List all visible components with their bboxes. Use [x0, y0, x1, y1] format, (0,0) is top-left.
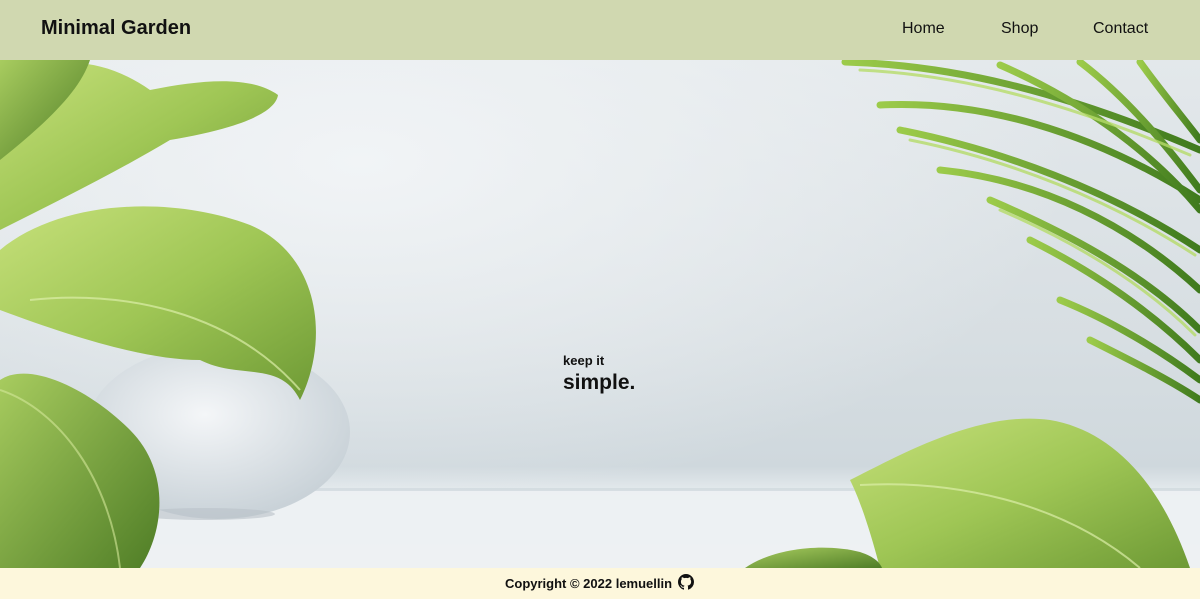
top-navigation-bar: Minimal Garden Home Shop Contact	[0, 0, 1200, 60]
nav-contact-link[interactable]: Contact	[1093, 20, 1148, 38]
site-brand[interactable]: Minimal Garden	[41, 17, 191, 40]
tagline-large: simple.	[563, 371, 636, 394]
hero-plant-illustration	[0, 60, 1200, 568]
hero-section: keep it simple.	[0, 60, 1200, 568]
copyright-text: Copyright © 2022 lemuellin	[505, 576, 673, 591]
site-footer: Copyright © 2022 lemuellin	[0, 568, 1200, 599]
nav-home-link[interactable]: Home	[902, 20, 945, 38]
tagline-small: keep it	[563, 353, 605, 368]
nav-shop-link[interactable]: Shop	[1001, 20, 1038, 38]
github-icon[interactable]	[678, 574, 694, 590]
hero-tagline: keep it simple.	[563, 353, 635, 396]
